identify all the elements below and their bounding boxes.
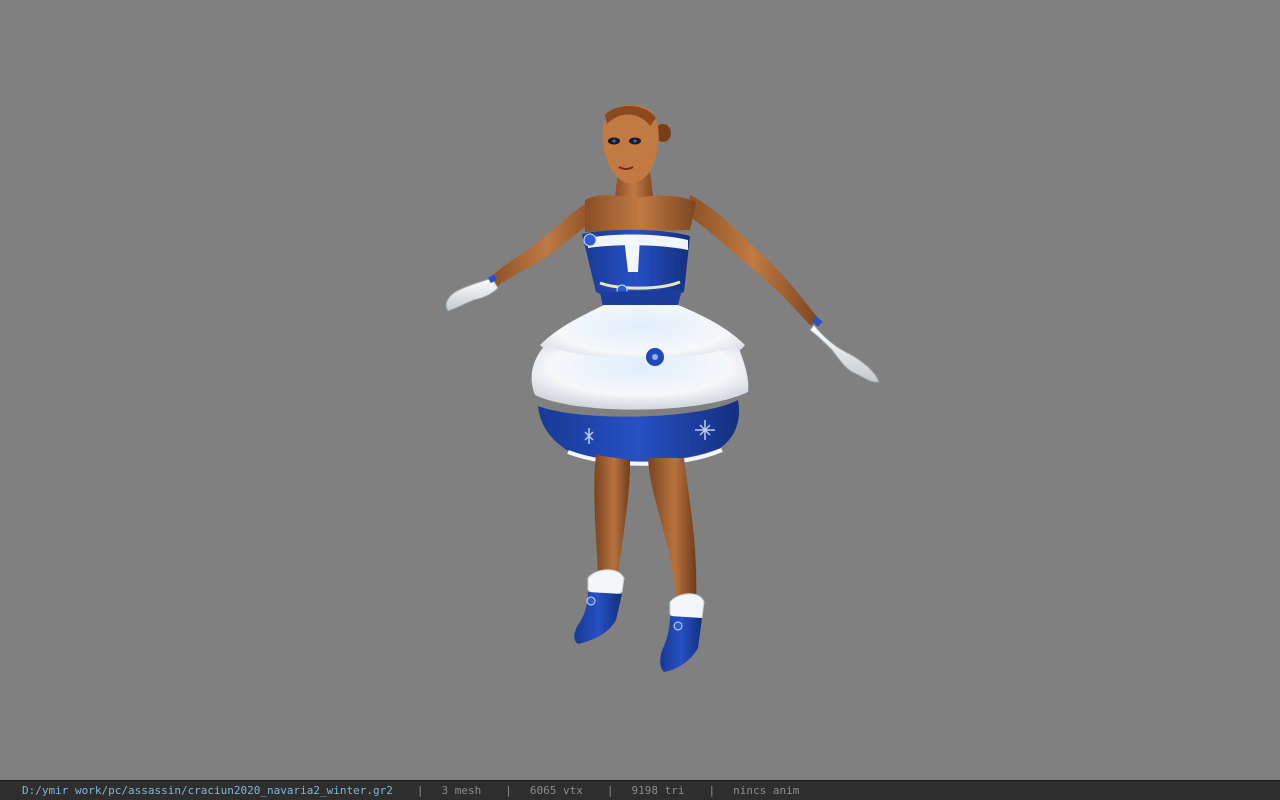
model-file-path: D:/ymir work/pc/assassin/craciun2020_nav… [22,784,393,797]
skirt-flower [646,348,664,366]
shoulders [585,195,696,232]
left-shoe [574,592,622,644]
status-bar: D:/ymir work/pc/assassin/craciun2020_nav… [0,780,1280,800]
animation-status: nincs anim [733,784,800,797]
left-leg [594,455,630,575]
right-glove [809,324,880,383]
mesh-count: 3 mesh [441,784,482,797]
right-leg [648,458,697,600]
status-separator: | [606,784,614,797]
status-separator: | [416,784,424,797]
left-boot-cuff [587,569,625,597]
3d-viewport[interactable] [0,0,1280,780]
status-separator: | [505,784,512,797]
vertex-count: 6065 vtx [529,784,583,797]
right-arm [686,195,818,326]
character-model [445,104,880,672]
status-separator: | [708,784,716,797]
triangle-count: 9198 tri [631,784,685,797]
left-glove [445,277,499,312]
